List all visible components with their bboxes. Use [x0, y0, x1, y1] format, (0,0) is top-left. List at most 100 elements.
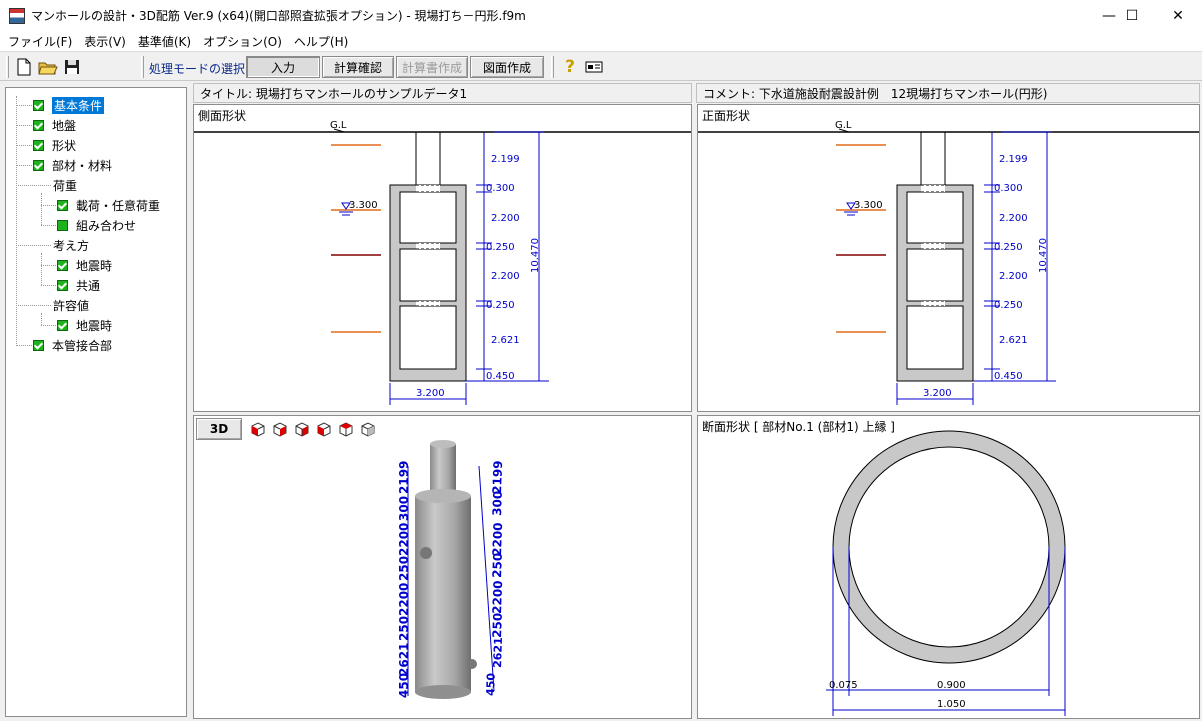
tree-item-allowable-seismic[interactable]: 地震時: [57, 316, 112, 334]
width-label: 3.200: [923, 388, 952, 399]
app-icon: [9, 7, 25, 24]
checked-icon: [57, 319, 68, 331]
checked-icon: [57, 279, 68, 291]
dim-label: 2.200: [491, 213, 520, 224]
front-view-drawing: G.L 3.300 2.199 0.300 2.200 0.250 2.200 …: [698, 120, 1199, 405]
unchecked-green-icon: [57, 219, 68, 231]
menu-help[interactable]: ヘルプ(H): [288, 33, 354, 50]
menu-options[interactable]: オプション(O): [197, 33, 288, 50]
gl-label: G.L: [330, 120, 347, 131]
maximize-button[interactable]: ☐: [1109, 0, 1155, 31]
gl-label: G.L: [835, 120, 852, 131]
toolbar-grip: [6, 56, 9, 78]
checked-icon: [33, 139, 44, 151]
title-text: タイトル: 現場打ちマンホールのサンプルデータ1: [200, 86, 468, 101]
menu-bar: ファイル(F) 表示(V) 基準値(K) オプション(O) ヘルプ(H): [0, 31, 1202, 51]
3d-dim-right: 300: [490, 491, 505, 517]
dim-label: 2.621: [491, 335, 520, 346]
input-tree: 基本条件 地盤 形状 部材・材料 荷重 載荷・任意荷重 組み合わせ 考え方 地震…: [5, 87, 187, 717]
help-icon[interactable]: ?: [560, 57, 580, 77]
tree-item-shape[interactable]: 形状: [33, 136, 76, 154]
drawing-create-button[interactable]: 図面作成: [470, 56, 544, 78]
tree-line: [16, 345, 34, 346]
dim-label: 2.200: [999, 213, 1028, 224]
view-3d-pane: 3D 2199 300 2200 250 2200 250 2621 450 2…: [193, 415, 692, 719]
side-view-pane: 側面形状 G.L 3.300 2.199 0.300 2.200 0.250 2…: [193, 104, 692, 412]
new-file-icon[interactable]: [14, 57, 34, 77]
3d-dim-right: 450: [484, 672, 498, 696]
width-label: 3.200: [416, 388, 445, 399]
3d-dim-left: 250: [397, 616, 411, 641]
title-header: タイトル: 現場打ちマンホールのサンプルデータ1: [193, 83, 692, 103]
3d-dim-right: 2199: [490, 460, 505, 494]
dim-label: 2.200: [491, 271, 520, 282]
tree-item-label: 共通: [76, 278, 101, 293]
about-icon[interactable]: [584, 57, 604, 77]
manhole-3d-model: 2199 300 2200 250 2200 250 2621 450 2199…: [397, 440, 505, 699]
menu-view[interactable]: 表示(V): [78, 33, 132, 50]
close-button[interactable]: ✕: [1155, 0, 1201, 31]
checked-icon: [33, 339, 44, 351]
checked-icon: [33, 119, 44, 131]
comment-header: コメント: 下水道施設耐震設計例 12現場打ちマンホール(円形): [696, 83, 1200, 103]
dim-label: 0.250: [994, 242, 1023, 253]
water-level-label: 3.300: [349, 200, 378, 211]
3d-dim-right: 2200: [490, 522, 505, 556]
tree-item-label: 部材・材料: [52, 158, 113, 173]
total-height-label: 10.470: [530, 238, 541, 273]
checked-icon: [57, 259, 68, 271]
tree-line: [16, 96, 17, 346]
tree-item-common[interactable]: 共通: [57, 276, 100, 294]
tree-item-label: 地震時: [76, 258, 113, 273]
section-pane: 断面形状 [ 部材No.1 (部材1) 上縁 ] 0.075 0.900 1.0…: [697, 415, 1200, 719]
tree-item-label: 組み合わせ: [76, 218, 137, 233]
tree-line: [41, 325, 56, 326]
dim-label: 0.250: [994, 300, 1023, 311]
total-height-label: 10.470: [1038, 238, 1049, 273]
toolbar: 処理モードの選択 入力 計算確認 計算書作成 図面作成 ?: [0, 51, 1202, 81]
tree-item-label: 荷重: [53, 178, 78, 193]
tree-item-applied-load[interactable]: 載荷・任意荷重: [57, 196, 160, 214]
dim-label: 0.450: [486, 371, 515, 382]
3d-dim-left: 250: [397, 556, 411, 581]
tree-line: [41, 253, 42, 285]
tree-item-ground[interactable]: 地盤: [33, 116, 76, 134]
menu-standard[interactable]: 基準値(K): [132, 33, 197, 50]
dim-label: 2.200: [999, 271, 1028, 282]
calc-check-button[interactable]: 計算確認: [322, 56, 394, 78]
tree-line: [41, 285, 56, 286]
tree-line: [41, 313, 42, 325]
report-create-button[interactable]: 計算書作成: [396, 56, 468, 78]
open-folder-icon[interactable]: [38, 57, 58, 77]
tree-item-allowable[interactable]: 許容値: [53, 296, 89, 314]
tree-item-label: 許容値: [53, 298, 90, 313]
water-level-label: 3.300: [854, 200, 883, 211]
tree-line: [41, 225, 56, 226]
tree-item-label: 形状: [52, 138, 77, 153]
tree-item-combination[interactable]: 組み合わせ: [57, 216, 136, 234]
thickness-label: 0.075: [829, 680, 858, 691]
toolbar-separator-2: [551, 56, 554, 78]
tree-line: [16, 245, 51, 246]
dim-label: 0.250: [486, 242, 515, 253]
tree-line: [41, 265, 56, 266]
tree-item-approach[interactable]: 考え方: [53, 236, 89, 254]
tree-line: [16, 105, 34, 106]
dim-label: 0.300: [994, 183, 1023, 194]
3d-dim-left: 2621: [397, 643, 411, 676]
tree-item-label: 基本条件: [52, 96, 105, 114]
3d-dim-left: 300: [397, 496, 411, 521]
input-mode-button[interactable]: 入力: [246, 56, 320, 78]
menu-file[interactable]: ファイル(F): [2, 33, 78, 50]
side-view-drawing: G.L 3.300 2.199 0.300 2.200 0.250 2.200 …: [194, 120, 691, 405]
3d-dim-left: 2200: [397, 583, 411, 616]
tree-item-members-materials[interactable]: 部材・材料: [33, 156, 112, 174]
3d-dim-right: 2621: [491, 637, 505, 668]
tree-item-pipe-joint[interactable]: 本管接合部: [33, 336, 112, 354]
tree-item-basic-conditions[interactable]: 基本条件: [33, 96, 105, 114]
save-icon[interactable]: [62, 57, 82, 77]
tree-item-seismic[interactable]: 地震時: [57, 256, 112, 274]
tree-line: [41, 193, 42, 225]
app-window: マンホールの設計・3D配筋 Ver.9 (x64)(開口部照査拡張オプション) …: [0, 0, 1202, 721]
tree-item-load[interactable]: 荷重: [53, 176, 77, 194]
